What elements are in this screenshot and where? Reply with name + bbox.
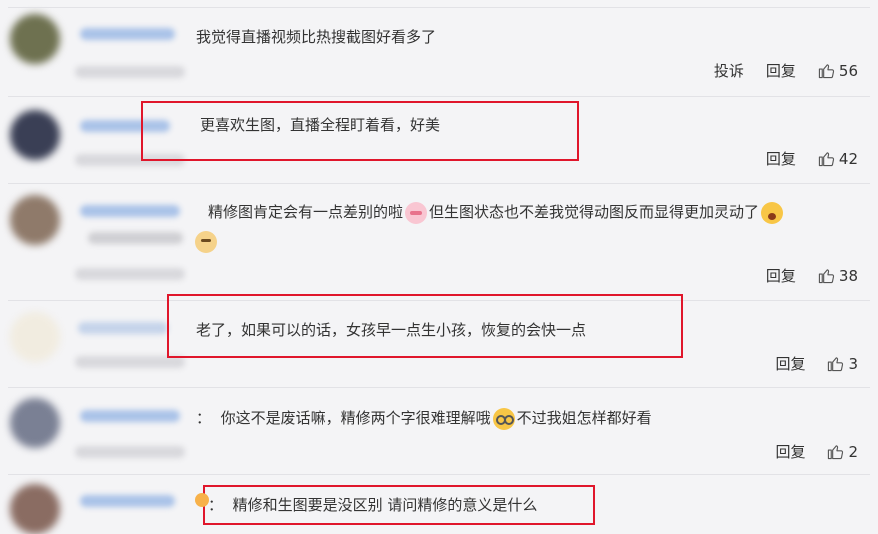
- report-button[interactable]: 投诉: [714, 60, 744, 81]
- like-count: 56: [838, 61, 858, 80]
- comment-prefix: ：: [208, 496, 224, 514]
- comment-text: ： 精修和生图要是没区别 请问精修的意义是什么: [208, 494, 537, 516]
- comment-prefix: ：: [196, 409, 212, 427]
- reply-button[interactable]: 回复: [775, 353, 805, 374]
- comment-actions: 投诉 回复 56: [714, 60, 858, 81]
- divider: [8, 474, 870, 475]
- divider: [8, 7, 870, 8]
- dog-emoji-icon: [195, 231, 217, 253]
- avatar[interactable]: [10, 484, 60, 534]
- timestamp-blurred: [88, 232, 183, 244]
- username-blurred: [80, 410, 180, 422]
- blurred-user-column: [0, 0, 192, 534]
- comment-text-part: 精修和生图要是没区别 请问精修的意义是什么: [232, 496, 538, 514]
- comment-actions: 回复 42: [766, 148, 858, 169]
- comment-actions: 回复 38: [766, 265, 858, 286]
- avatar[interactable]: [10, 110, 60, 160]
- scream-emoji-icon: [761, 201, 784, 224]
- like-count: 3: [848, 354, 858, 373]
- timestamp-blurred: [75, 66, 185, 78]
- comment-text: 精修图肯定会有一点差别的啦 但生图状态也不差我觉得动图反而显得更加灵动了: [208, 201, 785, 224]
- avatar[interactable]: [10, 312, 60, 362]
- thumbs-up-icon: [818, 269, 835, 284]
- comment-actions: 回复 3: [775, 353, 858, 374]
- like-button[interactable]: 2: [827, 443, 858, 461]
- comment-text-part: 精修图肯定会有一点差别的啦: [208, 203, 404, 221]
- like-count: 2: [848, 442, 858, 461]
- timestamp-blurred: [75, 446, 185, 458]
- comment-text: ： 你这不是废话嘛，精修两个字很难理解哦 不过我姐怎样都好看: [196, 407, 652, 430]
- like-count: 42: [838, 149, 858, 168]
- comment-actions: 回复 2: [775, 441, 858, 462]
- thumbs-up-icon: [818, 152, 835, 167]
- like-button[interactable]: 56: [818, 62, 858, 80]
- avatar[interactable]: [10, 14, 60, 64]
- divider: [8, 387, 870, 388]
- username-blurred: [80, 205, 180, 217]
- avatar[interactable]: [10, 398, 60, 448]
- comment-text: 更喜欢生图，直播全程盯着看，好美: [200, 116, 441, 134]
- comment-text-part: 不过我姐怎样都好看: [516, 409, 652, 427]
- username-blurred: [78, 322, 168, 334]
- comment-text-part: 但生图状态也不差我觉得动图反而显得更加灵动了: [429, 203, 760, 221]
- like-button[interactable]: 38: [818, 267, 858, 285]
- comment-text: 我觉得直播视频比热搜截图好看多了: [196, 28, 437, 46]
- divider: [8, 96, 870, 97]
- reply-button[interactable]: 回复: [766, 60, 796, 81]
- like-count: 38: [838, 266, 858, 285]
- thumbs-up-icon: [828, 445, 844, 460]
- timestamp-blurred: [75, 268, 185, 280]
- glasses-emoji-icon: [492, 407, 515, 430]
- bunny-emoji-icon: [405, 201, 428, 224]
- reply-button[interactable]: 回复: [775, 441, 805, 462]
- comment-text-part: 你这不是废话嘛，精修两个字很难理解哦: [220, 409, 491, 427]
- reply-button[interactable]: 回复: [766, 265, 796, 286]
- comment-text: 老了，如果可以的话，女孩早一点生小孩，恢复的会快一点: [196, 321, 587, 339]
- thumbs-up-icon: [828, 357, 844, 372]
- avatar[interactable]: [10, 195, 60, 245]
- like-button[interactable]: 3: [827, 355, 858, 373]
- like-button[interactable]: 42: [818, 150, 858, 168]
- username-blurred: [80, 28, 175, 40]
- fire-emoji-icon: [195, 493, 209, 507]
- divider: [8, 183, 870, 184]
- reply-button[interactable]: 回复: [766, 148, 796, 169]
- thumbs-up-icon: [818, 64, 835, 79]
- username-blurred: [80, 495, 175, 507]
